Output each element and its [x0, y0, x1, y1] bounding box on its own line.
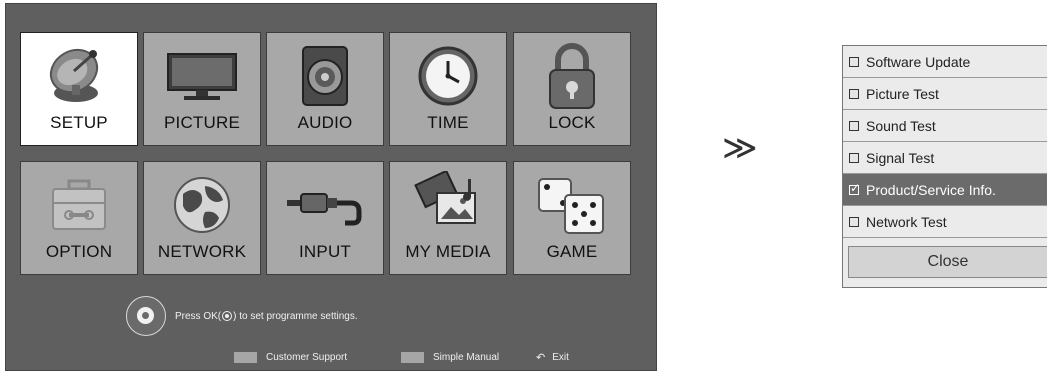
- tile-label: AUDIO: [297, 113, 353, 132]
- media-icon: [390, 168, 506, 242]
- checked-checkbox-icon: ✓: [849, 180, 861, 195]
- padlock-icon: [514, 39, 630, 113]
- simple-manual-button[interactable]: Simple Manual: [401, 350, 499, 364]
- menu-item-picture-test[interactable]: Picture Test: [843, 78, 1047, 110]
- satellite-dish-icon: [21, 39, 137, 113]
- checkbox-icon: [849, 88, 859, 99]
- speaker-icon: [267, 39, 383, 113]
- tile-network[interactable]: NETWORK: [143, 161, 261, 275]
- close-button[interactable]: Close: [848, 246, 1047, 278]
- checkbox-icon: [849, 56, 859, 67]
- menu-item-software-update[interactable]: Software Update: [843, 46, 1047, 78]
- tile-picture[interactable]: PICTURE: [143, 32, 261, 146]
- color-key-icon: [401, 351, 424, 363]
- tile-game[interactable]: GAME: [513, 161, 631, 275]
- tile-label: NETWORK: [157, 242, 247, 261]
- tile-label: INPUT: [299, 242, 351, 261]
- customer-support-button[interactable]: Customer Support: [234, 350, 347, 364]
- hint-text-after: ) to set programme settings.: [233, 310, 358, 322]
- tile-option[interactable]: OPTION: [20, 161, 138, 275]
- tile-lock[interactable]: LOCK: [513, 32, 631, 146]
- customer-support-submenu: Software Update Picture Test Sound Test …: [842, 45, 1047, 288]
- tile-label: LOCK: [548, 113, 596, 132]
- dice-icon: [514, 168, 630, 242]
- menu-item-label: Picture Test: [866, 85, 939, 102]
- clock-icon: [390, 39, 506, 113]
- globe-icon: [144, 168, 260, 242]
- menu-item-label: Software Update: [866, 53, 971, 70]
- tv-main-menu: SETUP PICTURE AUDIO TIME LOCK OPTION NET…: [5, 3, 657, 371]
- checkbox-icon: [849, 120, 859, 131]
- color-key-icon: [234, 351, 257, 363]
- checkbox-icon: [849, 152, 859, 163]
- tile-label: TIME: [427, 113, 469, 132]
- simple-manual-label: Simple Manual: [433, 351, 500, 363]
- hint-text-before: Press OK(: [175, 310, 222, 322]
- tile-setup[interactable]: SETUP: [20, 32, 138, 146]
- exit-button[interactable]: ↶ Exit: [536, 350, 569, 364]
- cable-plug-icon: [267, 168, 383, 242]
- transition-arrow: ≫: [722, 128, 758, 168]
- tile-input[interactable]: INPUT: [266, 161, 384, 275]
- monitor-icon: [144, 39, 260, 113]
- menu-item-network-test[interactable]: Network Test: [843, 206, 1047, 238]
- tile-audio[interactable]: AUDIO: [266, 32, 384, 146]
- menu-item-label: Product/Service Info.: [866, 181, 996, 198]
- menu-item-label: Signal Test: [866, 149, 935, 166]
- menu-item-sound-test[interactable]: Sound Test: [843, 110, 1047, 142]
- tile-label: GAME: [546, 242, 598, 261]
- menu-item-label: Network Test: [866, 213, 947, 230]
- tile-time[interactable]: TIME: [389, 32, 507, 146]
- remote-dpad-icon: [126, 296, 166, 336]
- toolbox-icon: [21, 168, 137, 242]
- customer-support-label: Customer Support: [266, 351, 348, 363]
- exit-label: Exit: [552, 351, 569, 363]
- tile-label: MY MEDIA: [405, 242, 491, 261]
- tile-label: SETUP: [50, 113, 108, 132]
- menu-item-product-service-info[interactable]: ✓ Product/Service Info.: [843, 174, 1047, 206]
- menu-item-label: Sound Test: [866, 117, 936, 134]
- back-arrow-icon: ↶: [536, 350, 546, 364]
- ok-hint: Press OK( ) to set programme settings.: [126, 296, 358, 336]
- menu-item-signal-test[interactable]: Signal Test: [843, 142, 1047, 174]
- ok-button-icon: [222, 311, 233, 321]
- tile-label: OPTION: [45, 242, 113, 261]
- tile-my-media[interactable]: MY MEDIA: [389, 161, 507, 275]
- checkbox-icon: [849, 216, 859, 227]
- tile-label: PICTURE: [163, 113, 241, 132]
